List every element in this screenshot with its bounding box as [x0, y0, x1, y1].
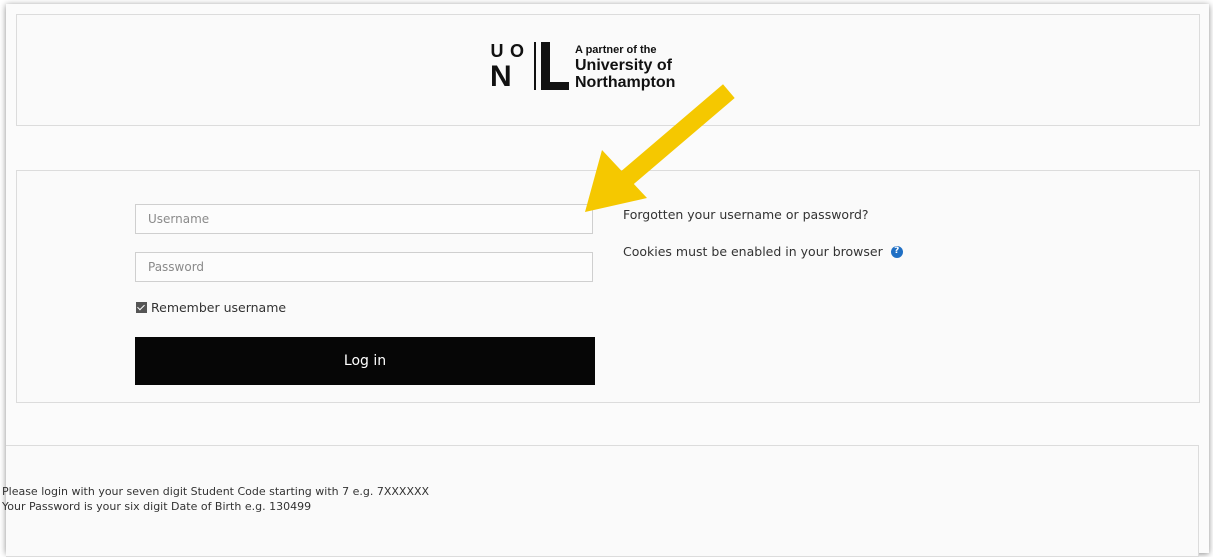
- logo-letter-n: N: [490, 60, 512, 93]
- logo-l-mark: [541, 42, 569, 90]
- login-button[interactable]: Log in: [135, 337, 595, 385]
- instruction-line-2: Your Password is your six digit Date of …: [2, 500, 312, 513]
- logo-letter-o: O: [509, 41, 524, 61]
- cookies-notice: Cookies must be enabled in your browser …: [623, 244, 903, 259]
- logo-divider: [534, 42, 536, 90]
- university-logo: U O N A partner of the University of Nor…: [488, 42, 675, 100]
- password-input[interactable]: [135, 252, 593, 282]
- login-instructions: Please login with your seven digit Stude…: [2, 484, 429, 514]
- instruction-line-1: Please login with your seven digit Stude…: [2, 485, 430, 498]
- remember-username-row[interactable]: Remember username: [136, 300, 286, 315]
- logo-text: A partner of the University of Northampt…: [575, 44, 675, 91]
- remember-username-checkbox[interactable]: [136, 302, 147, 313]
- cookies-text: Cookies must be enabled in your browser: [623, 244, 883, 259]
- help-icon[interactable]: ?: [890, 245, 903, 258]
- logo-tagline: A partner of the: [575, 44, 657, 56]
- forgot-credentials-link[interactable]: Forgotten your username or password?: [623, 207, 869, 222]
- logo-mark: U O N: [488, 41, 526, 93]
- username-input[interactable]: [135, 204, 593, 234]
- logo-name-line2: Northampton: [575, 74, 676, 91]
- logo-letter-u: U: [490, 41, 504, 61]
- logo-name-line1: University of: [575, 57, 672, 74]
- remember-username-label: Remember username: [151, 300, 287, 315]
